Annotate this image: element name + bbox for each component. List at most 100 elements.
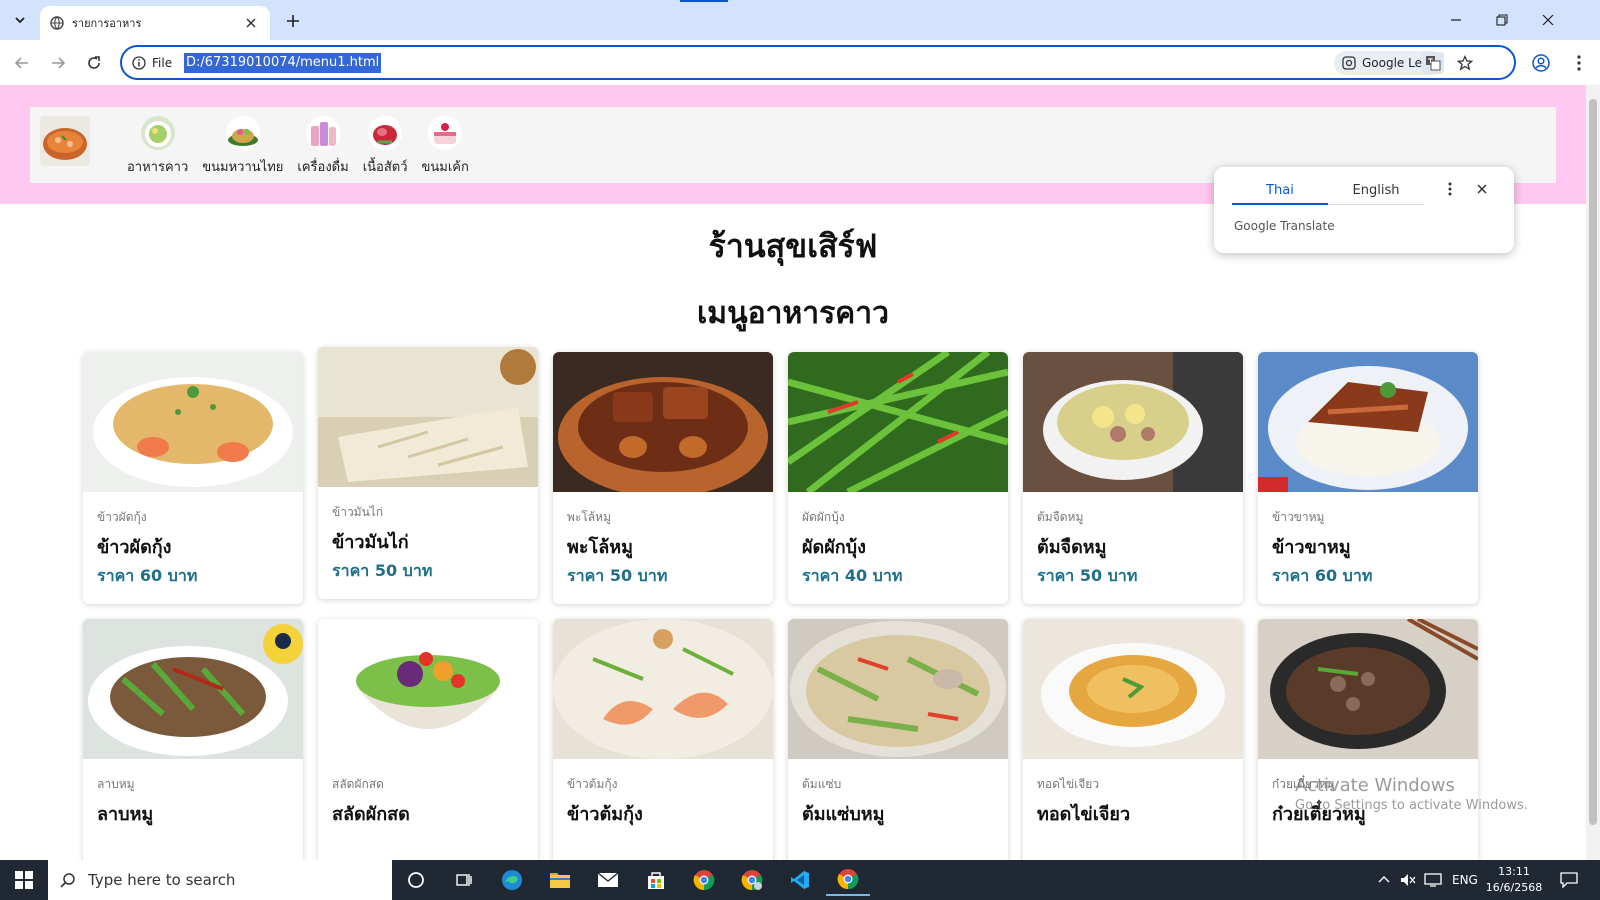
bookmark-button[interactable] <box>1454 52 1476 74</box>
volume-button[interactable] <box>1400 860 1416 900</box>
menu-card-name: ข้าวขาหมู <box>1272 537 1351 558</box>
scrollbar-thumb[interactable] <box>1589 99 1597 825</box>
translate-close-button[interactable] <box>1472 179 1492 199</box>
menu-card[interactable]: ลาบหมู ลาบหมู <box>83 619 303 860</box>
menu-card-category: ผัดผักบุ้ง <box>802 510 845 524</box>
browser-toolbar: File D:/67319010074/menu1.html Google Le… <box>0 40 1600 85</box>
minimize-icon <box>1451 19 1461 21</box>
tab-search-button[interactable] <box>8 8 32 32</box>
menu-card[interactable]: ข้าวมันไก่ ข้าวมันไก่ ราคา 50 บาท <box>318 347 538 599</box>
meat-icon <box>368 116 403 150</box>
translate-button[interactable] <box>1422 52 1444 74</box>
clock-time: 13:11 <box>1498 865 1530 878</box>
close-icon <box>246 18 256 28</box>
shrimp-rice-soup-image <box>553 619 773 759</box>
window-close-button[interactable] <box>1536 8 1560 32</box>
menu-card-category: ข้าวขาหมู <box>1272 510 1325 524</box>
mail-taskbar-button[interactable] <box>586 864 630 896</box>
restore-button[interactable] <box>1490 8 1514 32</box>
store-taskbar-button[interactable] <box>634 864 678 896</box>
menu-card-category: ข้าวมันไก่ <box>332 505 384 519</box>
taskbar-clock[interactable]: 13:11 16/6/2568 <box>1478 864 1550 896</box>
info-icon <box>132 56 146 70</box>
translate-options-button[interactable] <box>1440 179 1460 199</box>
url-text[interactable]: D:/67319010074/menu1.html <box>184 53 382 73</box>
tab-title: รายการอาหาร <box>72 17 142 30</box>
vscode-taskbar-button[interactable] <box>778 864 822 896</box>
translate-tab-target[interactable]: English <box>1328 177 1424 205</box>
back-button[interactable] <box>9 50 35 76</box>
menu-card[interactable]: ต้มแซ่บ ต้มแซ่บหมู <box>788 619 1008 860</box>
menu-card-price: ราคา 50 บาท <box>1037 566 1138 585</box>
menu-card[interactable]: สลัดผักสด สลัดผักสด <box>318 619 538 860</box>
chrome-icon <box>741 870 763 891</box>
braised-pork-image <box>553 352 773 497</box>
menu-card[interactable]: ต้มจืดหมู ต้มจืดหมู ราคา 50 บาท <box>1023 352 1243 604</box>
menu-card[interactable]: ผัดผักบุ้ง ผัดผักบุ้ง ราคา 40 บาท <box>788 352 1008 604</box>
chrome-active-taskbar-button[interactable] <box>826 864 870 896</box>
star-icon <box>1457 55 1473 71</box>
menu-card[interactable]: ข้าวขาหมู ข้าวขาหมู ราคา 60 บาท <box>1258 352 1478 604</box>
menu-card-name: ข้าวผัดกุ้ง <box>97 537 172 558</box>
savory-food-icon <box>140 116 175 150</box>
cortana-button[interactable] <box>394 864 438 896</box>
profile-icon <box>1532 54 1550 72</box>
start-button[interactable] <box>0 860 48 900</box>
browser-menu-button[interactable] <box>1566 50 1592 76</box>
taskbar-search[interactable]: Type here to search <box>48 860 392 900</box>
drinks-icon <box>306 116 341 150</box>
tom-yum-bowl-icon[interactable] <box>40 116 90 166</box>
globe-icon <box>50 16 64 30</box>
minimize-button[interactable] <box>1444 8 1468 32</box>
nav-item-meat[interactable]: เนื้อสัตว์ <box>358 116 413 177</box>
tab-close-button[interactable] <box>242 14 260 32</box>
cortana-icon <box>408 872 424 888</box>
translate-tab-source[interactable]: Thai <box>1232 177 1328 205</box>
mail-icon <box>597 872 619 887</box>
activate-windows-watermark: Activate Windows Go to Settings to activ… <box>1295 775 1528 813</box>
address-bar[interactable]: File D:/67319010074/menu1.html Google Le… <box>120 45 1516 80</box>
notifications-button[interactable] <box>1560 860 1578 900</box>
menu-card[interactable]: ก๋วยเตี๋ยวหมู ก๋วยเตี๋ยวหมู <box>1258 619 1478 860</box>
nav-item-label: ขนมหวานไทย <box>202 160 284 175</box>
menu-card-category: ข้าวต้มกุ้ง <box>567 777 618 791</box>
folder-icon <box>550 873 570 888</box>
clock-date: 16/6/2568 <box>1485 881 1543 894</box>
language-indicator[interactable]: ENG <box>1452 860 1478 900</box>
thai-omelette-image <box>1023 619 1243 759</box>
reload-button[interactable] <box>81 50 107 76</box>
nav-item-savory[interactable]: อาหารคาว <box>122 116 193 177</box>
chrome-taskbar-button[interactable] <box>682 864 726 896</box>
clear-pork-soup-image <box>1023 352 1243 492</box>
file-explorer-taskbar-button[interactable] <box>538 864 582 896</box>
chrome-profile-taskbar-button[interactable] <box>730 864 774 896</box>
new-tab-button[interactable] <box>282 10 304 32</box>
browser-tab[interactable]: รายการอาหาร <box>40 6 270 40</box>
nav-item-thai-dessert[interactable]: ขนมหวานไทย <box>197 116 288 177</box>
translate-brand: Google Translate <box>1234 219 1335 233</box>
menu-card-name: ต้มจืดหมู <box>1037 537 1107 558</box>
menu-card[interactable]: พะโล้หมู พะโล้หมู ราคา 50 บาท <box>553 352 773 604</box>
menu-card-category: ต้มจืดหมู <box>1037 510 1084 524</box>
site-info-button[interactable]: File <box>132 53 172 73</box>
task-view-button[interactable] <box>442 864 486 896</box>
network-button[interactable] <box>1424 860 1442 900</box>
store-icon <box>648 872 664 889</box>
page-scrollbar[interactable] <box>1586 85 1600 860</box>
nav-item-cake[interactable]: ขนมเค้ก <box>417 116 474 177</box>
menu-card[interactable]: ข้าวผัดกุ้ง ข้าวผัดกุ้ง ราคา 60 บาท <box>83 352 303 604</box>
task-view-icon <box>456 874 472 886</box>
windows-logo-icon <box>15 871 33 889</box>
profile-button[interactable] <box>1528 50 1554 76</box>
stewed-pork-leg-rice-image <box>1258 352 1478 492</box>
nav-item-drinks[interactable]: เครื่องดื่ม <box>292 116 353 177</box>
edge-taskbar-button[interactable] <box>490 864 534 896</box>
reload-icon <box>88 56 100 69</box>
menu-card[interactable]: ทอดไข่เจียว ทอดไข่เจียว <box>1023 619 1243 860</box>
site-scheme-label: File <box>152 56 173 70</box>
menu-card-price: ราคา 50 บาท <box>332 561 433 580</box>
forward-button[interactable] <box>45 50 71 76</box>
windows-taskbar: Type here to search ENG 13:11 16/6/2568 <box>0 860 1600 900</box>
menu-card[interactable]: ข้าวต้มกุ้ง ข้าวต้มกุ้ง <box>553 619 773 860</box>
show-hidden-icons-button[interactable] <box>1378 860 1390 900</box>
